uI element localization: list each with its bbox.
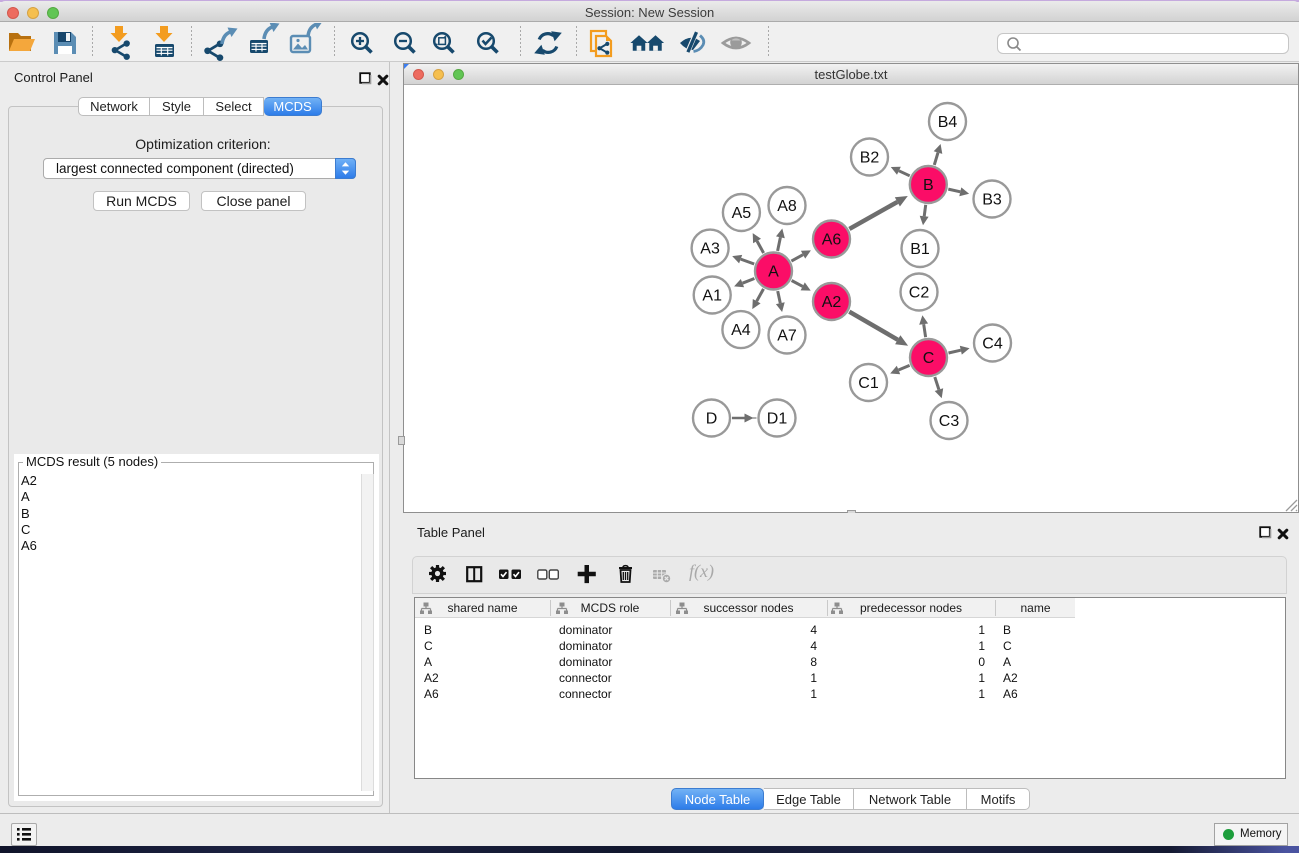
- svg-text:A8: A8: [777, 198, 797, 215]
- svg-text:A2: A2: [822, 294, 842, 311]
- svg-text:C1: C1: [858, 375, 879, 392]
- svg-text:B2: B2: [860, 150, 880, 167]
- svg-text:B4: B4: [938, 114, 958, 131]
- svg-text:A5: A5: [732, 205, 752, 222]
- svg-text:A7: A7: [777, 328, 797, 345]
- svg-text:A3: A3: [700, 241, 720, 258]
- svg-text:A4: A4: [731, 322, 751, 339]
- svg-text:A6: A6: [822, 232, 842, 249]
- svg-text:B1: B1: [910, 241, 930, 258]
- svg-text:D: D: [706, 411, 718, 428]
- svg-text:B3: B3: [982, 192, 1002, 209]
- svg-text:A1: A1: [702, 288, 722, 305]
- svg-text:A: A: [768, 264, 779, 281]
- svg-text:D1: D1: [767, 411, 788, 428]
- svg-text:C4: C4: [982, 336, 1003, 353]
- svg-text:C3: C3: [939, 413, 960, 430]
- svg-text:B: B: [923, 177, 934, 194]
- svg-text:C: C: [923, 350, 935, 367]
- svg-text:C2: C2: [909, 285, 930, 302]
